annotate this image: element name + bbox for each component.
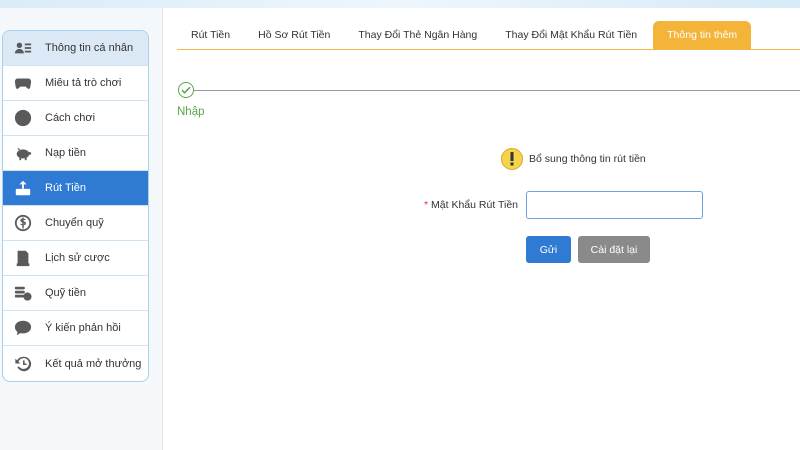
check-icon (178, 82, 194, 98)
sidebar-item-bet-history[interactable]: Lịch sử cược (3, 241, 148, 276)
clock-history-icon (13, 354, 33, 374)
tab-bar: Rút Tiền Hồ Sơ Rút Tiền Thay Đổi Thẻ Ngâ… (177, 21, 800, 50)
tab-change-withdraw-password[interactable]: Thay Đổi Mật Khẩu Rút Tiền (491, 21, 651, 49)
money-stack-icon (13, 283, 33, 303)
tab-change-bank-card[interactable]: Thay Đổi Thẻ Ngân Hàng (344, 21, 491, 49)
password-label: * Mật Khẩu Rút Tiền (423, 199, 518, 211)
sidebar-item-withdraw[interactable]: Rút Tiền (3, 171, 148, 206)
sidebar-item-label: Rút Tiền (45, 182, 86, 194)
chat-bubble-icon (13, 318, 33, 338)
sidebar-item-transfer-funds[interactable]: Chuyển quỹ (3, 206, 148, 241)
sidebar-item-label: Nạp tiền (45, 147, 86, 159)
notice-text: Bổ sung thông tin rút tiền (529, 153, 646, 165)
sidebar-item-how-to-play[interactable]: Cách chơi (3, 101, 148, 136)
sidebar-item-lottery-results[interactable]: Kết quả mở thưởng (3, 346, 148, 381)
submit-button[interactable]: Gửi (526, 236, 571, 263)
notice-message: Bổ sung thông tin rút tiền (501, 148, 646, 170)
piggy-bank-icon (13, 143, 33, 163)
sidebar-item-feedback[interactable]: Ý kiến phản hồi (3, 311, 148, 346)
top-banner-strip (0, 0, 800, 8)
password-form-row: * Mật Khẩu Rút Tiền (423, 191, 703, 219)
coin-icon (13, 213, 33, 233)
sidebar-item-label: Chuyển quỹ (45, 217, 104, 229)
sidebar-item-label: Thông tin cá nhân (45, 42, 134, 54)
info-icon (13, 108, 33, 128)
main-content: Rút Tiền Hồ Sơ Rút Tiền Thay Đổi Thẻ Ngâ… (163, 8, 800, 450)
sidebar-item-label: Ý kiến phản hồi (45, 322, 121, 334)
sidebar-item-deposit[interactable]: Nạp tiền (3, 136, 148, 171)
tab-more-info[interactable]: Thông tin thêm (653, 21, 752, 49)
sidebar-item-label: Quỹ tiền (45, 287, 86, 299)
tab-withdraw-records[interactable]: Hồ Sơ Rút Tiền (244, 21, 344, 49)
sidebar-item-label: Kết quả mở thưởng (45, 357, 142, 370)
sidebar-item-personal-info[interactable]: Thông tin cá nhân (3, 31, 148, 66)
password-label-text: Mật Khẩu Rút Tiền (431, 199, 518, 211)
warning-icon (501, 148, 523, 170)
sidebar-item-money-fund[interactable]: Quỹ tiền (3, 276, 148, 311)
step-label: Nhập (177, 106, 205, 118)
withdraw-password-input[interactable] (526, 191, 703, 219)
left-pane: Thông tin cá nhân Miêu tả trò chơi Cách … (0, 8, 163, 450)
required-mark: * (423, 199, 429, 211)
reset-button[interactable]: Cài đặt lại (578, 236, 650, 263)
profile-card-icon (13, 38, 33, 58)
tab-withdraw[interactable]: Rút Tiền (177, 21, 244, 49)
sidebar-item-label: Miêu tả trò chơi (45, 77, 122, 89)
gamepad-icon (13, 73, 33, 93)
sidebar-menu: Thông tin cá nhân Miêu tả trò chơi Cách … (2, 30, 149, 382)
history-list-icon (13, 248, 33, 268)
step-progress-line (193, 90, 800, 91)
sidebar-item-label: Lịch sử cược (45, 252, 110, 264)
sidebar-item-label: Cách chơi (45, 112, 96, 124)
sidebar-item-game-description[interactable]: Miêu tả trò chơi (3, 66, 148, 101)
withdraw-icon (13, 178, 33, 198)
